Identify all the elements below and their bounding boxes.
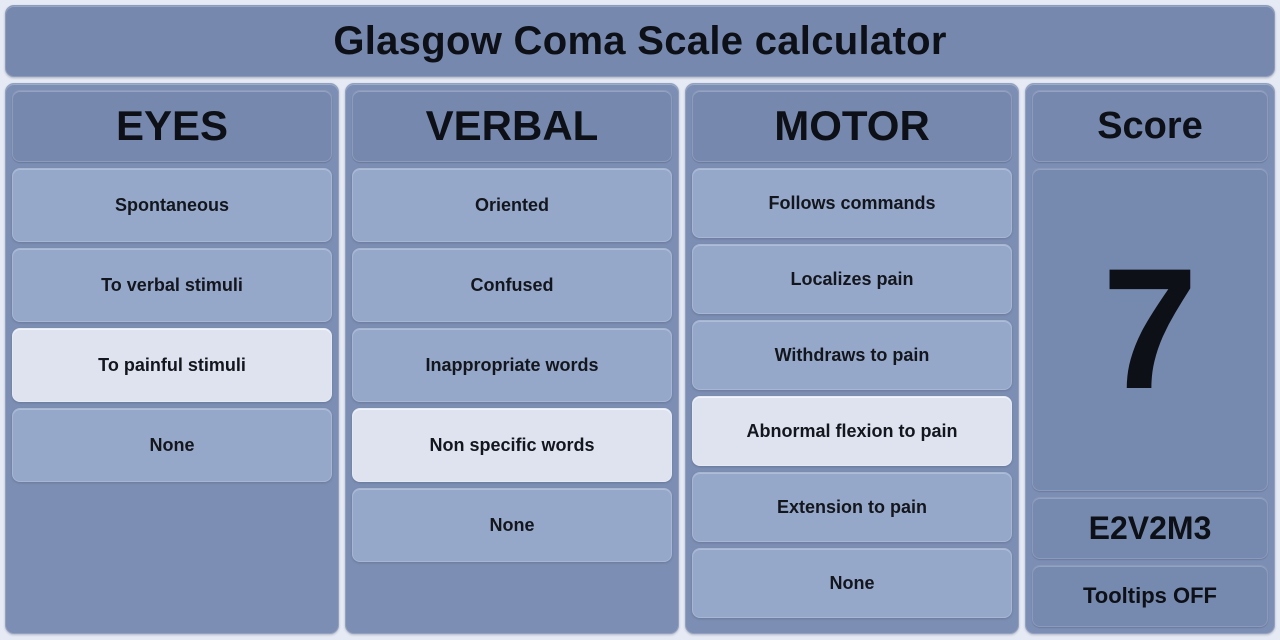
option-label: None [149,434,195,455]
column-header-score-label: Score [1097,105,1203,147]
app-title-bar: Glasgow Coma Scale calculator [5,5,1275,77]
gcs-calculator-app: Glasgow Coma Scale calculator EYES Spont… [0,0,1280,640]
option-eyes-none[interactable]: None [12,408,332,482]
option-motor-extension-to-pain[interactable]: Extension to pain [692,472,1012,542]
option-label: Localizes pain [790,268,914,289]
option-label: Confused [470,274,554,295]
column-header-score: Score [1032,90,1268,162]
column-eyes-spacer [12,488,332,627]
column-header-eyes: EYES [12,90,332,162]
option-verbal-inappropriate-words[interactable]: Inappropriate words [352,328,672,402]
option-motor-withdraws-to-pain[interactable]: Withdraws to pain [692,320,1012,390]
option-verbal-none[interactable]: None [352,488,672,562]
column-header-motor-label: MOTOR [774,102,930,149]
option-label: Abnormal flexion to pain [746,420,958,441]
tooltips-toggle-label: Tooltips OFF [1082,583,1217,608]
column-header-eyes-label: EYES [115,102,229,149]
option-motor-follows-commands[interactable]: Follows commands [692,168,1012,238]
option-label: Oriented [474,194,549,215]
score-total-value: 7 [1102,232,1198,425]
option-label: Extension to pain [776,496,927,517]
column-header-verbal: VERBAL [352,90,672,162]
column-verbal: VERBAL Oriented Confused Inappropriate w… [345,83,679,634]
score-breakdown-box: E2V2M3 [1032,497,1268,559]
score-breakdown-value: E2V2M3 [1088,510,1212,546]
option-eyes-to-painful-stimuli[interactable]: To painful stimuli [12,328,332,402]
option-verbal-non-specific-words[interactable]: Non specific words [352,408,672,482]
option-label: Spontaneous [114,194,229,215]
column-score: Score 7 E2V2M3 Tooltips OFF [1025,83,1275,634]
page-title: Glasgow Coma Scale calculator [333,19,947,63]
option-label: To painful stimuli [98,354,246,375]
option-motor-none[interactable]: None [692,548,1012,618]
column-motor: MOTOR Follows commands Localizes pain Wi… [685,83,1019,634]
column-header-verbal-label: VERBAL [425,102,599,149]
option-label: To verbal stimuli [101,274,243,295]
option-label: Inappropriate words [425,354,599,375]
option-label: None [829,572,875,593]
option-motor-localizes-pain[interactable]: Localizes pain [692,244,1012,314]
tooltips-toggle-button[interactable]: Tooltips OFF [1032,565,1268,627]
score-total-box: 7 [1032,168,1268,491]
option-label: Withdraws to pain [774,344,930,365]
option-label: None [489,514,535,535]
score-columns-container: EYES Spontaneous To verbal stimuli To pa… [5,83,1275,634]
option-verbal-confused[interactable]: Confused [352,248,672,322]
option-motor-abnormal-flexion-to-pain[interactable]: Abnormal flexion to pain [692,396,1012,466]
option-eyes-spontaneous[interactable]: Spontaneous [12,168,332,242]
column-eyes: EYES Spontaneous To verbal stimuli To pa… [5,83,339,634]
option-verbal-oriented[interactable]: Oriented [352,168,672,242]
option-label: Non specific words [429,434,595,455]
option-label: Follows commands [768,192,936,213]
column-verbal-spacer [352,568,672,627]
column-header-motor: MOTOR [692,90,1012,162]
option-eyes-to-verbal-stimuli[interactable]: To verbal stimuli [12,248,332,322]
